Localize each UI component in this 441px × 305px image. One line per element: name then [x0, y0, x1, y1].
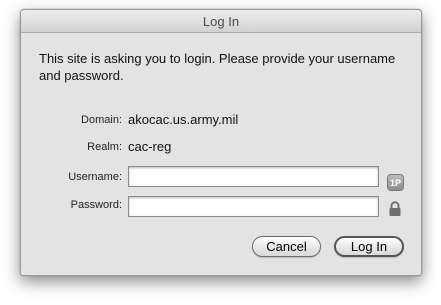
1password-icon[interactable]: 1P	[387, 174, 404, 191]
dialog-title: Log In	[202, 14, 240, 29]
username-field[interactable]	[128, 166, 379, 187]
login-button[interactable]: Log In	[334, 236, 404, 257]
realm-label: Realm:	[87, 141, 122, 153]
login-message: This site is asking you to login. Please…	[39, 51, 396, 83]
login-dialog: Log In This site is asking you to login.…	[20, 9, 422, 276]
password-field[interactable]	[128, 196, 379, 217]
password-label: Password:	[70, 199, 122, 211]
domain-label: Domain:	[81, 114, 122, 126]
domain-value: akocac.us.army.mil	[128, 112, 239, 127]
lock-icon	[389, 201, 401, 216]
cancel-button[interactable]: Cancel	[252, 236, 321, 257]
title-bar[interactable]: Log In	[21, 10, 421, 33]
username-label: Username:	[68, 171, 122, 183]
realm-value: cac-reg	[128, 139, 172, 154]
